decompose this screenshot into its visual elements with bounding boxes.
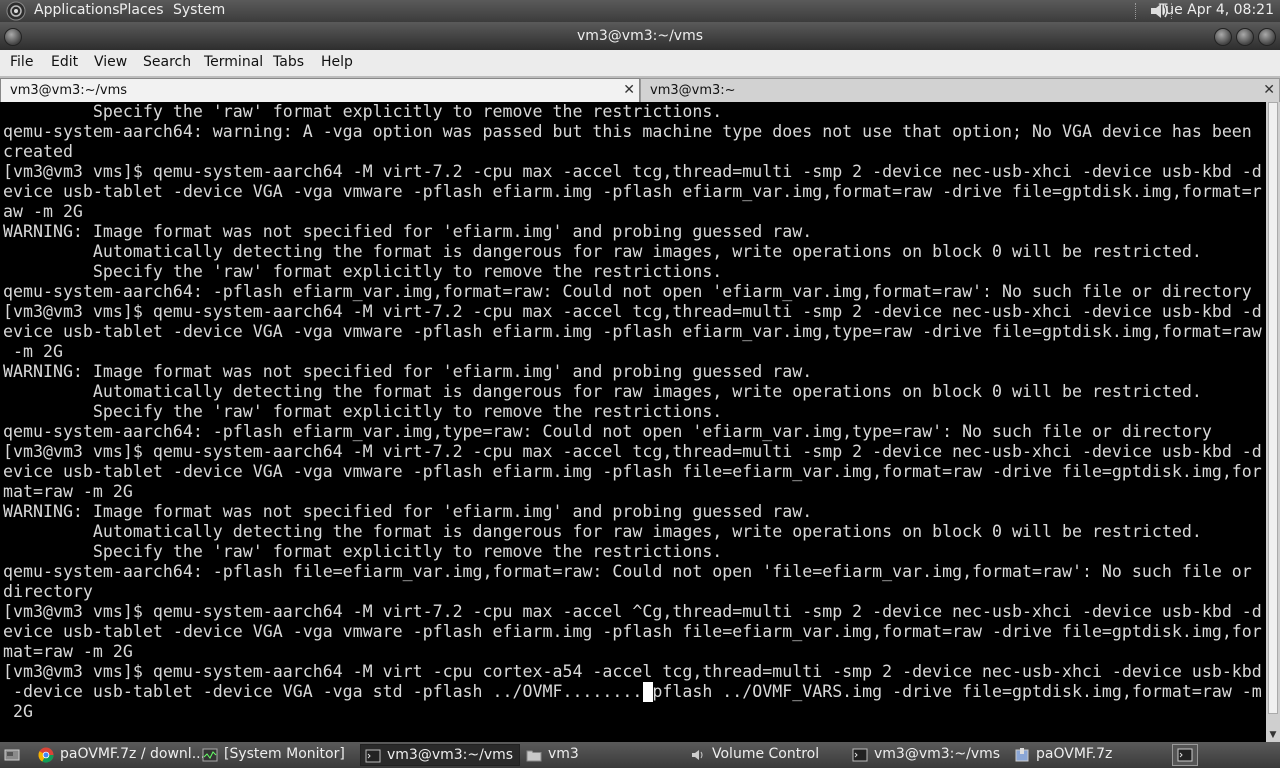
maximize-button[interactable]: [1236, 28, 1254, 46]
window-titlebar[interactable]: vm3@vm3:~/vms: [0, 22, 1280, 50]
terminal-line: evice usb-tablet -device VGA -vga vmware…: [3, 322, 1262, 341]
minimize-button[interactable]: [1214, 28, 1232, 46]
menu-help[interactable]: Help: [321, 54, 353, 70]
workspace-switcher[interactable]: [1172, 744, 1198, 766]
workspace-icon: [1177, 748, 1193, 762]
task-terminal-active[interactable]: vm3@vm3:~/vms: [360, 744, 520, 766]
task-system-monitor[interactable]: [System Monitor]: [198, 744, 356, 766]
terminal-line: [vm3@vm3 vms]$ qemu-system-aarch64 -M vi…: [3, 442, 1262, 461]
tab-home[interactable]: vm3@vm3:~ ✕: [640, 78, 1280, 102]
scrollbar-thumb[interactable]: [1268, 102, 1278, 714]
terminal-line: WARNING: Image format was not specified …: [3, 362, 813, 381]
terminal-line: qemu-system-aarch64: -pflash efiarm_var.…: [3, 422, 1212, 441]
terminal-line: aw -m 2G: [3, 202, 83, 221]
terminal-scrollbar[interactable]: ▼: [1266, 102, 1280, 742]
terminal-output[interactable]: Specify the 'raw' format explicitly to r…: [0, 102, 1266, 742]
menu-file[interactable]: File: [10, 54, 33, 70]
tab-label: vm3@vm3:~/vms: [10, 83, 128, 98]
applications-menu[interactable]: Applications: [34, 2, 120, 18]
terminal-line: Specify the 'raw' format explicitly to r…: [3, 262, 723, 281]
close-window-button[interactable]: [1258, 28, 1276, 46]
terminal-line: [vm3@vm3 vms]$ qemu-system-aarch64 -M vi…: [3, 302, 1262, 321]
taskbar: paOVMF.7z / downl... [System Monitor] vm…: [0, 742, 1280, 768]
scroll-down-arrow-icon[interactable]: ▼: [1266, 728, 1280, 742]
terminal-line: evice usb-tablet -device VGA -vga vmware…: [3, 622, 1262, 641]
tab-vms[interactable]: vm3@vm3:~/vms ✕: [0, 78, 640, 102]
menubar: File Edit View Search Terminal Tabs Help: [0, 50, 1280, 76]
show-desktop-icon: [4, 749, 20, 761]
task-label: [System Monitor]: [224, 746, 345, 762]
task-volume-control[interactable]: Volume Control: [686, 744, 844, 766]
terminal-line: Automatically detecting the format is da…: [3, 522, 1202, 541]
terminal-line: qemu-system-aarch64: -pflash efiarm_var.…: [3, 282, 1252, 301]
close-tab-icon[interactable]: ✕: [1263, 82, 1275, 98]
terminal-line: Automatically detecting the format is da…: [3, 382, 1202, 401]
terminal-line: [vm3@vm3 vms]$ qemu-system-aarch64 -M vi…: [3, 602, 1262, 621]
volume-icon: [692, 750, 703, 760]
menu-view[interactable]: View: [94, 54, 127, 70]
menu-search[interactable]: Search: [143, 54, 191, 70]
places-menu[interactable]: Places: [119, 2, 164, 18]
terminal-line: [vm3@vm3 vms]$ qemu-system-aarch64 -M vi…: [3, 162, 1262, 181]
task-label: vm3@vm3:~/vms: [874, 746, 1001, 762]
menu-edit[interactable]: Edit: [51, 54, 78, 70]
terminal-line: Specify the 'raw' format explicitly to r…: [3, 102, 723, 121]
terminal-line: [vm3@vm3 vms]$ qemu-system-aarch64 -M vi…: [3, 662, 1262, 681]
task-label: paOVMF.7z / downl...: [60, 746, 206, 762]
tab-label: vm3@vm3:~: [650, 83, 736, 98]
panel-separator: [1135, 3, 1140, 19]
task-label: vm3: [548, 746, 579, 762]
chrome-icon: [38, 747, 54, 763]
text-cursor: [643, 682, 653, 702]
terminal-line: qemu-system-aarch64: -pflash file=efiarm…: [3, 562, 1252, 581]
terminal-line: 2G: [3, 702, 33, 721]
terminal-icon: [852, 748, 868, 762]
task-chrome[interactable]: paOVMF.7z / downl...: [34, 744, 205, 766]
terminal-line: Specify the 'raw' format explicitly to r…: [3, 542, 723, 561]
terminal-line: Specify the 'raw' format explicitly to r…: [3, 402, 723, 421]
clock[interactable]: Tue Apr 4, 08:21: [1159, 2, 1274, 18]
terminal-line: mat=raw -m 2G: [3, 642, 133, 661]
menu-terminal[interactable]: Terminal: [204, 54, 263, 70]
terminal-line: evice usb-tablet -device VGA -vga vmware…: [3, 182, 1262, 201]
system-menu[interactable]: System: [173, 2, 225, 18]
tab-bar: vm3@vm3:~/vms ✕ vm3@vm3:~ ✕: [0, 76, 1280, 102]
terminal-line: -device usb-tablet -device VGA -vga std …: [3, 682, 1262, 701]
terminal-line: WARNING: Image format was not specified …: [3, 222, 813, 241]
task-terminal[interactable]: vm3@vm3:~/vms: [848, 744, 1006, 766]
terminal-line: created: [3, 142, 73, 161]
folder-icon: [526, 750, 542, 762]
terminal-icon: [365, 749, 381, 763]
close-tab-icon[interactable]: ✕: [623, 82, 635, 98]
show-desktop-button[interactable]: [0, 744, 26, 766]
task-folder[interactable]: vm3: [522, 744, 682, 766]
window-title: vm3@vm3:~/vms: [576, 28, 704, 44]
menu-tabs[interactable]: Tabs: [273, 54, 304, 70]
archive-icon: [1015, 748, 1029, 762]
terminal-line: qemu-system-aarch64: warning: A -vga opt…: [3, 122, 1252, 141]
task-label: Volume Control: [712, 746, 820, 762]
terminal-line: mat=raw -m 2G: [3, 482, 133, 501]
task-archive[interactable]: paOVMF.7z: [1010, 744, 1168, 766]
system-monitor-icon: [202, 748, 218, 762]
terminal-line: evice usb-tablet -device VGA -vga vmware…: [3, 462, 1262, 481]
gnome-foot-icon[interactable]: [6, 1, 26, 21]
terminal-line: WARNING: Image format was not specified …: [3, 502, 813, 521]
top-panel: Applications Places System Tue Apr 4, 08…: [0, 0, 1280, 22]
terminal-line: directory: [3, 582, 93, 601]
terminal-line: -m 2G: [3, 342, 63, 361]
task-label: vm3@vm3:~/vms: [387, 747, 514, 763]
task-label: paOVMF.7z: [1036, 746, 1113, 762]
terminal-line: Automatically detecting the format is da…: [3, 242, 1202, 261]
